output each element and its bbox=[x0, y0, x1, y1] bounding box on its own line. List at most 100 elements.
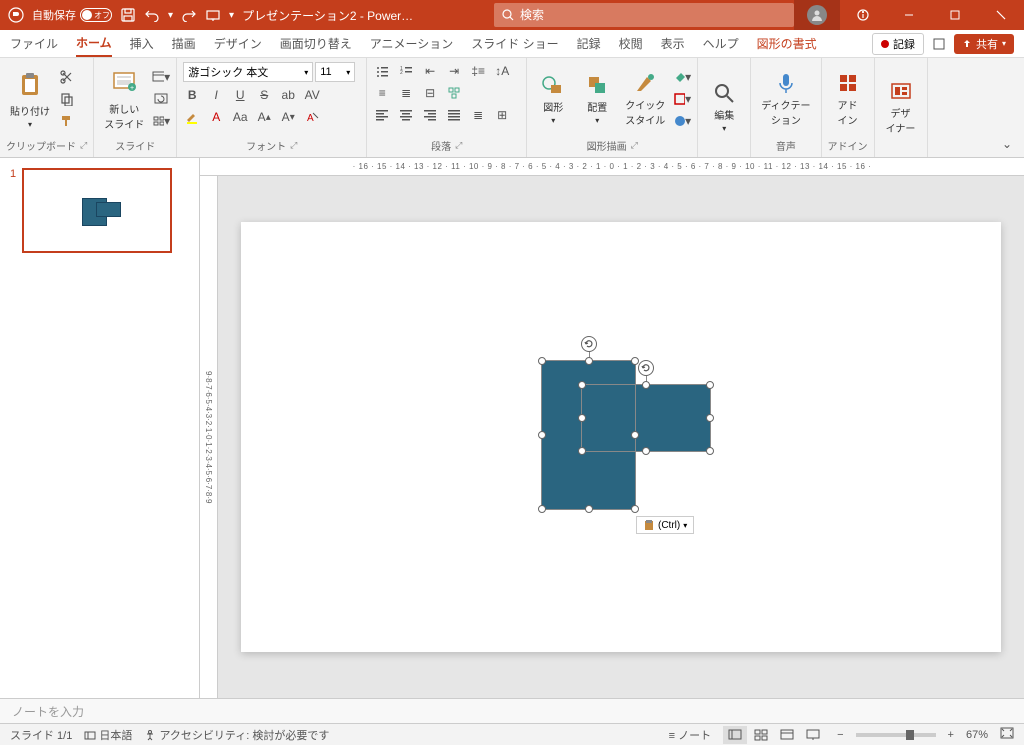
resize-handle[interactable] bbox=[642, 447, 650, 455]
highlight-icon[interactable] bbox=[183, 108, 201, 126]
indent-left-icon[interactable]: ⇤ bbox=[421, 62, 439, 80]
rotate-handle-icon[interactable] bbox=[638, 360, 654, 376]
designer-button[interactable]: デザ イナー bbox=[881, 77, 921, 137]
cut-icon[interactable] bbox=[58, 68, 76, 86]
align-left-icon[interactable] bbox=[373, 106, 391, 124]
tab-design[interactable]: デザイン bbox=[214, 31, 262, 56]
account-button[interactable] bbox=[794, 0, 840, 30]
tab-view[interactable]: 表示 bbox=[661, 31, 685, 56]
collapse-ribbon-icon[interactable]: ⌄ bbox=[998, 135, 1016, 153]
tab-review[interactable]: 校閲 bbox=[619, 31, 643, 56]
notes-toggle[interactable]: ≡ ノート bbox=[669, 727, 711, 743]
quick-styles-button[interactable]: クイック スタイル bbox=[621, 69, 669, 129]
tab-help[interactable]: ヘルプ bbox=[703, 31, 739, 56]
zoom-in-icon[interactable]: + bbox=[948, 729, 954, 741]
align-right-icon[interactable] bbox=[421, 106, 439, 124]
resize-handle[interactable] bbox=[585, 505, 593, 513]
tab-record[interactable]: 記録 bbox=[577, 31, 601, 56]
autosave-toggle[interactable]: 自動保存 オフ bbox=[32, 7, 112, 23]
tab-draw[interactable]: 描画 bbox=[172, 31, 196, 56]
shrink-font-icon[interactable]: A▾ bbox=[279, 108, 297, 126]
slideshow-view-icon[interactable] bbox=[801, 726, 825, 744]
editing-button[interactable]: 編集▾ bbox=[704, 79, 744, 135]
new-slide-button[interactable]: + 新しい スライド bbox=[100, 65, 148, 133]
search-input[interactable] bbox=[520, 8, 786, 22]
tab-transitions[interactable]: 画面切り替え bbox=[280, 31, 352, 56]
format-painter-icon[interactable] bbox=[58, 112, 76, 130]
paste-options-tag[interactable]: (Ctrl) ▾ bbox=[636, 516, 694, 534]
resize-handle[interactable] bbox=[706, 381, 714, 389]
sorter-view-icon[interactable] bbox=[749, 726, 773, 744]
tab-file[interactable]: ファイル bbox=[10, 31, 58, 56]
language-indicator[interactable]: 日本語 bbox=[84, 727, 132, 743]
bold-icon[interactable]: B bbox=[183, 86, 201, 104]
save-icon[interactable] bbox=[120, 7, 136, 23]
tab-animations[interactable]: アニメーション bbox=[370, 31, 454, 56]
slide-canvas[interactable]: (Ctrl) ▾ bbox=[241, 222, 1001, 652]
addins-button[interactable]: アド イン bbox=[828, 69, 868, 129]
font-name-combo[interactable]: 游ゴシック 本文▾ bbox=[183, 62, 313, 82]
search-box[interactable] bbox=[494, 3, 794, 27]
drawing-launcher-icon[interactable]: ⤢ bbox=[631, 140, 638, 151]
mode-switch-icon[interactable] bbox=[930, 35, 948, 53]
tab-shape-format[interactable]: 図形の書式 bbox=[757, 31, 817, 56]
dictate-button[interactable]: ディクテー ション bbox=[757, 69, 814, 129]
convert-smartart-icon[interactable]: ⊞ bbox=[493, 106, 511, 124]
arrange-button[interactable]: 配置▾ bbox=[577, 71, 617, 127]
resize-handle[interactable] bbox=[578, 381, 586, 389]
line-spacing-icon[interactable]: ‡≡ bbox=[469, 62, 487, 80]
copy-icon[interactable] bbox=[58, 90, 76, 108]
record-button[interactable]: 記録 bbox=[872, 33, 924, 55]
resize-handle[interactable] bbox=[706, 414, 714, 422]
columns-icon[interactable]: ≣ bbox=[397, 84, 415, 102]
font-color-icon[interactable]: A bbox=[207, 108, 225, 126]
undo-icon[interactable] bbox=[144, 7, 160, 23]
font-launcher-icon[interactable]: ⤢ bbox=[290, 140, 297, 151]
share-button[interactable]: 共有▾ bbox=[954, 34, 1014, 54]
resize-handle[interactable] bbox=[578, 447, 586, 455]
numbering-icon[interactable]: 12 bbox=[397, 62, 415, 80]
resize-handle[interactable] bbox=[642, 381, 650, 389]
thumbnail-preview[interactable] bbox=[22, 168, 172, 253]
zoom-out-icon[interactable]: − bbox=[837, 729, 843, 741]
bullets-icon[interactable] bbox=[373, 62, 391, 80]
reading-view-icon[interactable] bbox=[775, 726, 799, 744]
alignment-dist-icon[interactable]: ≡ bbox=[373, 84, 391, 102]
font-size-combo[interactable]: 11▾ bbox=[315, 62, 355, 82]
italic-icon[interactable]: I bbox=[207, 86, 225, 104]
justify-icon[interactable] bbox=[445, 106, 463, 124]
shape-effects-icon[interactable]: ▾ bbox=[673, 112, 691, 130]
minimize-button[interactable] bbox=[886, 0, 932, 30]
clipboard-launcher-icon[interactable]: ⤢ bbox=[80, 140, 87, 151]
align-center-icon[interactable] bbox=[397, 106, 415, 124]
zoom-slider[interactable] bbox=[856, 733, 936, 737]
distribute-icon[interactable]: ≣ bbox=[469, 106, 487, 124]
maximize-button[interactable] bbox=[932, 0, 978, 30]
selection-box-2[interactable] bbox=[581, 384, 711, 452]
section-icon[interactable]: ▾ bbox=[152, 112, 170, 130]
redo-icon[interactable] bbox=[181, 7, 197, 23]
undo-dropdown-icon[interactable]: ▾ bbox=[168, 10, 173, 21]
coming-soon-button[interactable] bbox=[840, 0, 886, 30]
underline-icon[interactable]: U bbox=[231, 86, 249, 104]
thumbnail-item[interactable]: 1 bbox=[10, 168, 189, 253]
close-button[interactable] bbox=[978, 0, 1024, 30]
paragraph-launcher-icon[interactable]: ⤢ bbox=[455, 140, 462, 151]
tab-slideshow[interactable]: スライド ショー bbox=[471, 31, 558, 56]
accessibility-checker[interactable]: アクセシビリティ: 検討が必要です bbox=[144, 727, 329, 743]
grow-font-icon[interactable]: A▴ bbox=[255, 108, 273, 126]
resize-handle[interactable] bbox=[538, 431, 546, 439]
notes-pane[interactable]: ノートを入力 bbox=[0, 698, 1024, 723]
layout-icon[interactable]: ▾ bbox=[152, 68, 170, 86]
text-align-icon[interactable]: ⊟ bbox=[421, 84, 439, 102]
resize-handle[interactable] bbox=[578, 414, 586, 422]
zoom-level[interactable]: 67% bbox=[966, 729, 988, 741]
smartart-icon[interactable] bbox=[445, 84, 463, 102]
character-spacing-icon[interactable]: AV bbox=[303, 86, 321, 104]
reset-slide-icon[interactable] bbox=[152, 90, 170, 108]
shape-fill-icon[interactable]: ▾ bbox=[673, 68, 691, 86]
fit-to-window-icon[interactable] bbox=[1000, 727, 1014, 742]
start-from-beginning-icon[interactable] bbox=[205, 7, 221, 23]
tab-insert[interactable]: 挿入 bbox=[130, 31, 154, 56]
text-shadow-icon[interactable]: ab bbox=[279, 86, 297, 104]
